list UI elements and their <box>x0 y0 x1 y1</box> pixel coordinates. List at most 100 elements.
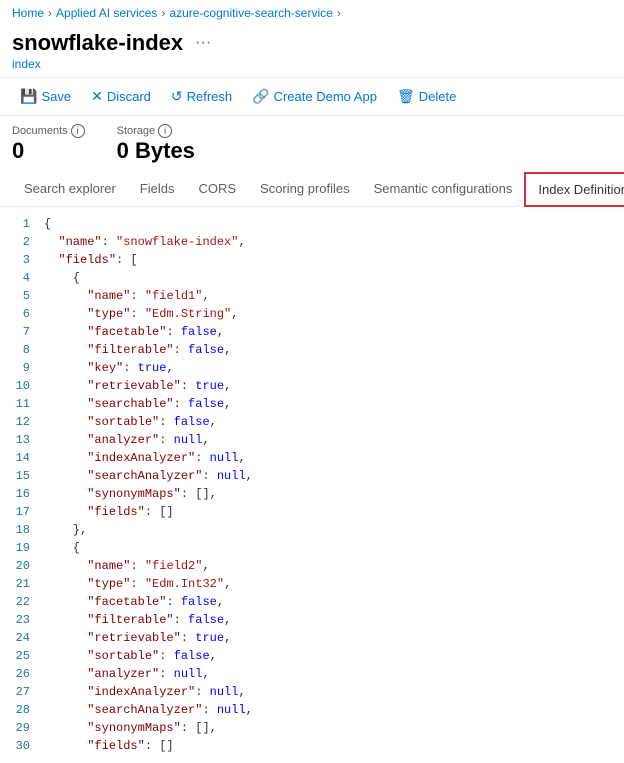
line-number: 12 <box>0 413 40 431</box>
tab-fields[interactable]: Fields <box>128 173 187 206</box>
delete-label: Delete <box>419 89 457 104</box>
line-number: 5 <box>0 287 40 305</box>
line-number: 17 <box>0 503 40 521</box>
code-line: "sortable": false, <box>44 413 616 431</box>
line-number: 13 <box>0 431 40 449</box>
line-number: 26 <box>0 665 40 683</box>
line-number: 24 <box>0 629 40 647</box>
page-header: snowflake-index ··· index <box>0 26 624 77</box>
delete-button[interactable]: 🗑 Delete <box>389 84 464 109</box>
tab-scoring-profiles[interactable]: Scoring profiles <box>248 173 362 206</box>
code-line: "fields": [ <box>44 251 616 269</box>
code-line: "retrievable": true, <box>44 377 616 395</box>
line-number: 28 <box>0 701 40 719</box>
code-line: "name": "snowflake-index", <box>44 233 616 251</box>
code-line: "facetable": false, <box>44 323 616 341</box>
refresh-button[interactable]: ↺ Refresh <box>163 84 240 109</box>
tab-cors[interactable]: CORS <box>186 173 248 206</box>
ellipsis-button[interactable]: ··· <box>191 34 215 52</box>
create-demo-icon: 🔗 <box>252 88 269 105</box>
code-line: }, <box>44 521 616 539</box>
line-number: 1 <box>0 215 40 233</box>
line-number: 10 <box>0 377 40 395</box>
line-number: 2 <box>0 233 40 251</box>
line-number: 7 <box>0 323 40 341</box>
code-line: "key": true, <box>44 359 616 377</box>
code-content[interactable]: { "name": "snowflake-index", "fields": [… <box>40 207 624 763</box>
line-number: 23 <box>0 611 40 629</box>
code-line: "type": "Edm.String", <box>44 305 616 323</box>
create-demo-label: Create Demo App <box>274 89 377 104</box>
code-line: "analyzer": null, <box>44 431 616 449</box>
storage-value: 0 Bytes <box>117 138 195 164</box>
storage-label: Storage i <box>117 124 195 138</box>
code-editor: 1234567891011121314151617181920212223242… <box>0 207 624 763</box>
line-number: 20 <box>0 557 40 575</box>
discard-icon: ✕ <box>91 88 103 105</box>
page-title: snowflake-index <box>12 30 183 56</box>
code-line: "filterable": false, <box>44 611 616 629</box>
code-line: "synonymMaps": [], <box>44 719 616 737</box>
tab-semantic-configurations[interactable]: Semantic configurations <box>362 173 525 206</box>
save-icon: 💾 <box>20 88 37 105</box>
documents-info-icon[interactable]: i <box>71 124 85 138</box>
line-number: 11 <box>0 395 40 413</box>
toolbar: 💾 Save ✕ Discard ↺ Refresh 🔗 Create Demo… <box>0 77 624 116</box>
breadcrumb-sep-2: › <box>161 6 165 20</box>
code-line: "fields": [] <box>44 503 616 521</box>
line-number: 27 <box>0 683 40 701</box>
save-button[interactable]: 💾 Save <box>12 84 79 109</box>
discard-button[interactable]: ✕ Discard <box>83 84 159 109</box>
page-title-container: snowflake-index ··· <box>12 30 612 56</box>
tab-index-definition[interactable]: Index Definition (JSON) <box>524 172 624 207</box>
line-number: 8 <box>0 341 40 359</box>
breadcrumb-sep-1: › <box>48 6 52 20</box>
line-number: 25 <box>0 647 40 665</box>
breadcrumb-home[interactable]: Home <box>12 6 44 20</box>
code-line: "searchable": false, <box>44 395 616 413</box>
line-number: 14 <box>0 449 40 467</box>
stats-bar: Documents i 0 Storage i 0 Bytes <box>0 116 624 172</box>
refresh-icon: ↺ <box>171 88 183 105</box>
line-number: 18 <box>0 521 40 539</box>
line-number: 19 <box>0 539 40 557</box>
breadcrumb-search-service[interactable]: azure-cognitive-search-service <box>169 6 332 20</box>
line-number: 3 <box>0 251 40 269</box>
documents-stat: Documents i 0 <box>12 124 85 164</box>
code-line: "indexAnalyzer": null, <box>44 683 616 701</box>
code-line: "facetable": false, <box>44 593 616 611</box>
tabs: Search explorer Fields CORS Scoring prof… <box>0 172 624 207</box>
code-line: "name": "field1", <box>44 287 616 305</box>
storage-stat: Storage i 0 Bytes <box>117 124 195 164</box>
code-line: "filterable": false, <box>44 341 616 359</box>
tab-search-explorer[interactable]: Search explorer <box>12 173 128 206</box>
breadcrumb-sep-3: › <box>337 6 341 20</box>
save-label: Save <box>41 89 71 104</box>
line-number: 29 <box>0 719 40 737</box>
code-line: "type": "Edm.Int32", <box>44 575 616 593</box>
code-line: { <box>44 269 616 287</box>
line-number: 15 <box>0 467 40 485</box>
code-line: "indexAnalyzer": null, <box>44 449 616 467</box>
line-number: 22 <box>0 593 40 611</box>
breadcrumb-applied-ai[interactable]: Applied AI services <box>56 6 157 20</box>
code-line: "sortable": false, <box>44 647 616 665</box>
line-number: 16 <box>0 485 40 503</box>
page-subtitle: index <box>12 57 612 71</box>
code-line: { <box>44 215 616 233</box>
code-line: { <box>44 539 616 557</box>
line-number: 4 <box>0 269 40 287</box>
code-line: "retrievable": true, <box>44 629 616 647</box>
discard-label: Discard <box>107 89 151 104</box>
refresh-label: Refresh <box>187 89 233 104</box>
storage-info-icon[interactable]: i <box>158 124 172 138</box>
line-number: 30 <box>0 737 40 755</box>
code-line: "analyzer": null, <box>44 665 616 683</box>
line-number: 6 <box>0 305 40 323</box>
code-line: "fields": [] <box>44 737 616 755</box>
create-demo-button[interactable]: 🔗 Create Demo App <box>244 84 385 109</box>
delete-icon: 🗑 <box>397 88 415 105</box>
line-number: 9 <box>0 359 40 377</box>
code-line: "synonymMaps": [], <box>44 485 616 503</box>
line-number: 21 <box>0 575 40 593</box>
